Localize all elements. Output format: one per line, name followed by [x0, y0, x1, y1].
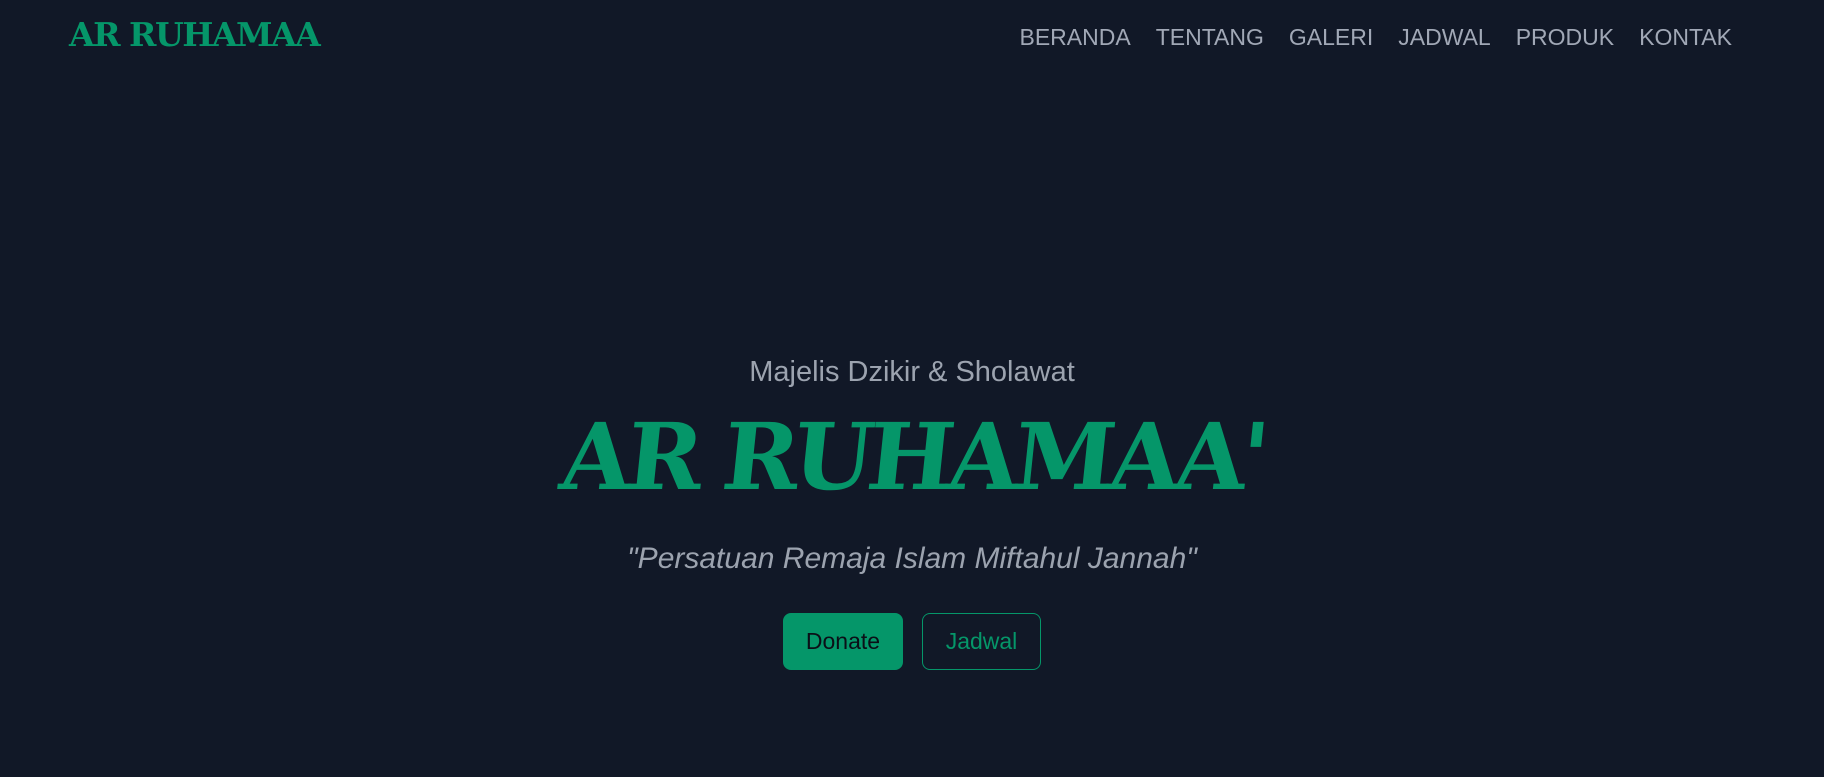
- donate-button[interactable]: Donate: [783, 613, 903, 670]
- hero-subtitle: Majelis Dzikir & Sholawat: [749, 356, 1075, 388]
- jadwal-button[interactable]: Jadwal: [922, 613, 1041, 670]
- hero-tagline: "Persatuan Remaja Islam Miftahul Jannah": [627, 542, 1197, 575]
- hero-section: Majelis Dzikir & Sholawat AR RUHAMAA' "P…: [0, 0, 1824, 777]
- hero-title: AR RUHAMAA': [555, 403, 1269, 511]
- hero-buttons: Donate Jadwal: [0, 613, 1824, 670]
